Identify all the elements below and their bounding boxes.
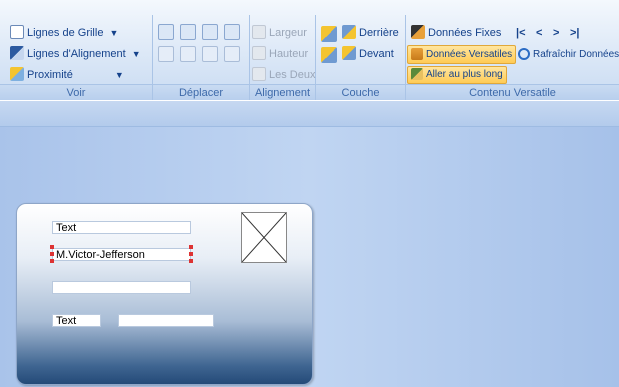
versatile-data-label: Données Versatiles (426, 49, 513, 60)
move-down-icon[interactable] (202, 24, 218, 40)
image-placeholder-icon (241, 212, 287, 263)
both-button[interactable]: Les Deux (252, 65, 315, 85)
versatile-data-button[interactable]: Données Versatiles (407, 45, 517, 64)
move-left-icon[interactable] (180, 24, 196, 40)
selection-handle-left-mid[interactable] (50, 252, 54, 256)
group-voir-label: Voir (0, 84, 152, 100)
grid-lines-button[interactable]: Lignes de Grille ▼ (10, 23, 118, 43)
grid-lines-dropdown-icon[interactable]: ▼ (109, 28, 118, 38)
behind-button[interactable]: Derrière (342, 23, 399, 43)
width-icon (252, 25, 266, 39)
card-name-field[interactable]: M.Victor-Jefferson (52, 248, 191, 261)
behind-icon (342, 25, 356, 39)
selection-handle-right-mid[interactable] (189, 252, 193, 256)
go-longest-button[interactable]: Aller au plus long (407, 66, 507, 84)
height-icon (252, 46, 266, 60)
width-button[interactable]: Largeur (252, 23, 307, 43)
align-left-icon[interactable] (158, 46, 174, 62)
card-text-field-3[interactable] (52, 281, 191, 294)
group-contenu: Données Fixes |< < > >| Données Versatil… (406, 15, 619, 100)
nav-first-button[interactable]: |< (516, 23, 526, 43)
both-icon (252, 67, 266, 81)
grid-lines-icon (10, 25, 24, 39)
nav-next-button[interactable]: > (553, 23, 559, 43)
group-deplacer: Déplacer (153, 15, 250, 100)
height-label: Hauteur (269, 48, 309, 60)
fixed-data-button[interactable]: Données Fixes (411, 23, 501, 43)
card-preview[interactable]: Text M.Victor-Jefferson Text (16, 203, 313, 385)
group-voir: Lignes de Grille ▼ Lignes d'Alignement ▼ P… (0, 15, 153, 100)
group-deplacer-label: Déplacer (153, 84, 249, 100)
refresh-data-button[interactable]: Rafraîchir Données (518, 45, 619, 65)
pencil-icon (411, 25, 425, 39)
fixed-data-label: Données Fixes (428, 27, 502, 39)
front-label: Devant (359, 48, 394, 60)
group-alignement: Largeur Hauteur Les Deux Alignement (250, 15, 316, 100)
proximity-button[interactable]: Proximité ▼ (10, 65, 124, 85)
selection-handle-left[interactable] (50, 245, 54, 249)
refresh-data-label: Rafraîchir Données (533, 49, 619, 60)
refresh-icon (518, 48, 530, 60)
proximity-icon (10, 67, 24, 81)
move-right-icon[interactable] (158, 24, 174, 40)
align-lines-dropdown-icon[interactable]: ▼ (132, 49, 141, 59)
align-lines-button[interactable]: Lignes d'Alignement ▼ (10, 44, 141, 64)
card-text-field-5[interactable] (118, 314, 214, 327)
align-lines-label: Lignes d'Alignement (27, 48, 126, 60)
align-right-icon[interactable] (180, 46, 196, 62)
both-label: Les Deux (269, 69, 316, 81)
move-up-icon[interactable] (224, 24, 240, 40)
align-lines-icon (10, 46, 24, 60)
behind-small-icon[interactable] (321, 26, 337, 42)
toolbar-strip (0, 101, 619, 127)
distribute-v-icon[interactable] (224, 46, 240, 62)
versatile-data-icon (411, 48, 423, 60)
photo-placeholder[interactable] (241, 212, 287, 263)
front-button[interactable]: Devant (342, 44, 394, 64)
group-contenu-label: Contenu Versatile (406, 84, 619, 100)
nav-last-button[interactable]: >| (570, 23, 580, 43)
group-couche-label: Couche (316, 84, 405, 100)
selection-handle-left-bottom[interactable] (50, 259, 54, 263)
card-text-field-4[interactable]: Text (52, 314, 101, 327)
nav-prev-button[interactable]: < (536, 23, 542, 43)
selection-handle-right-bottom[interactable] (189, 259, 193, 263)
front-small-icon[interactable] (321, 47, 337, 63)
proximity-label: Proximité (27, 69, 73, 81)
go-longest-icon (411, 68, 423, 80)
front-icon (342, 46, 356, 60)
width-label: Largeur (269, 27, 307, 39)
group-couche: Derrière Devant Couche (316, 15, 406, 100)
grid-lines-label: Lignes de Grille (27, 27, 104, 39)
distribute-h-icon[interactable] (202, 46, 218, 62)
height-button[interactable]: Hauteur (252, 44, 308, 64)
card-text-field-1[interactable]: Text (52, 221, 191, 234)
selection-handle-right[interactable] (189, 245, 193, 249)
proximity-dropdown-icon[interactable]: ▼ (115, 70, 124, 80)
group-alignement-label: Alignement (250, 84, 315, 100)
ribbon: Lignes de Grille ▼ Lignes d'Alignement ▼ P… (0, 0, 619, 100)
behind-label: Derrière (359, 27, 399, 39)
go-longest-label: Aller au plus long (426, 69, 503, 80)
